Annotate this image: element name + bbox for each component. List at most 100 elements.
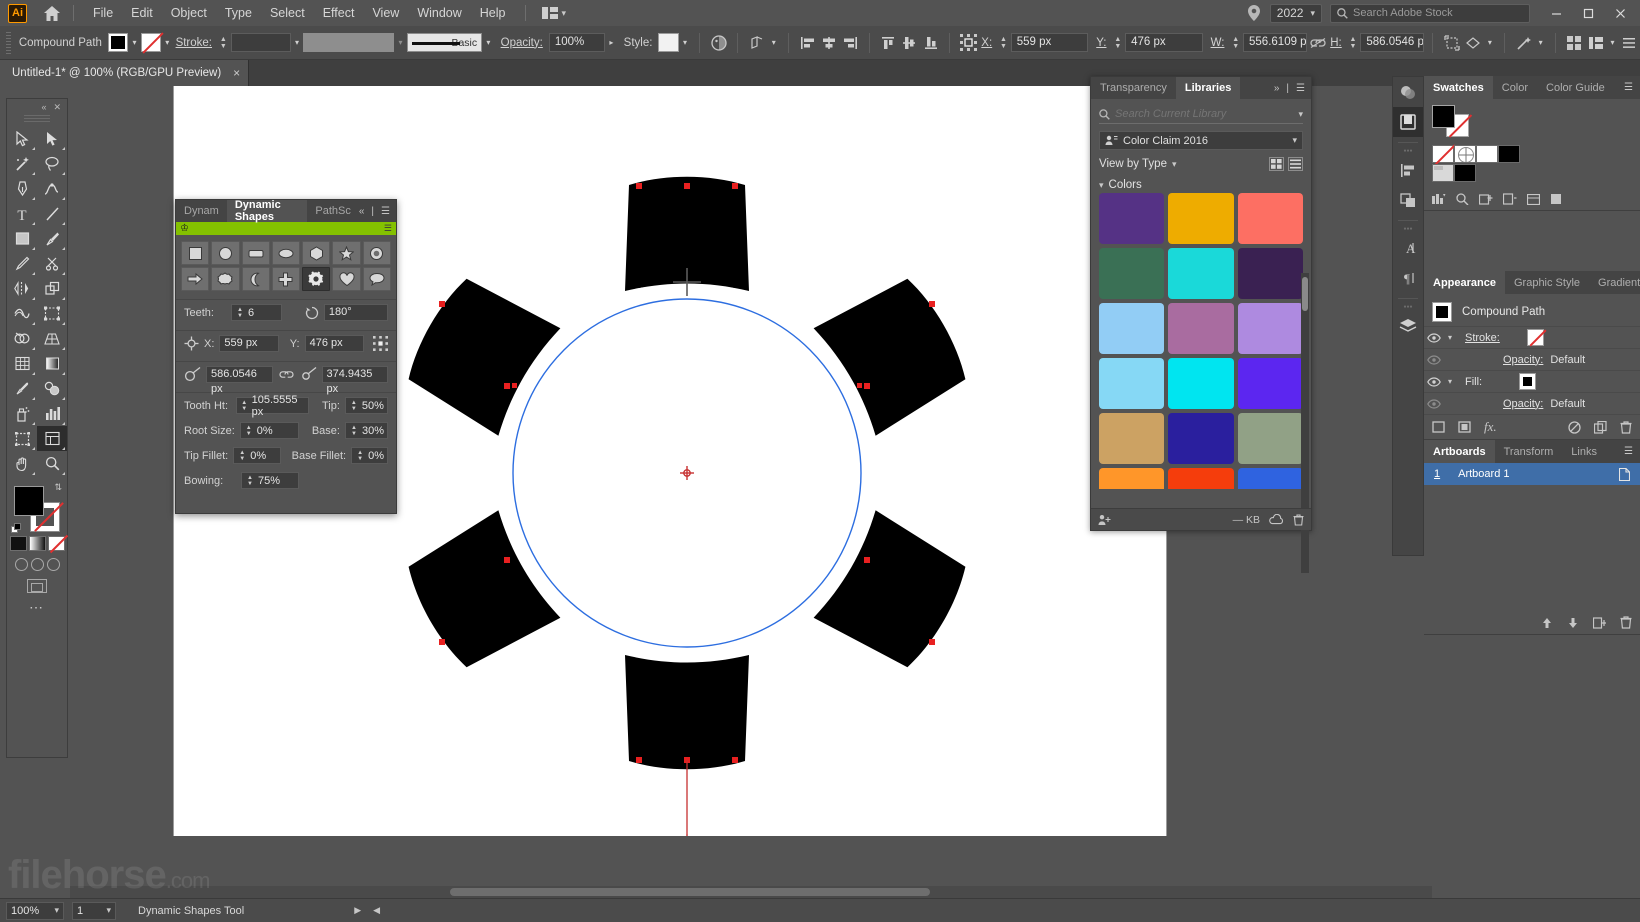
fill-dropdown-icon[interactable]: ▾ [128, 33, 141, 52]
reference-point-selector-icon[interactable] [958, 32, 979, 54]
symbol-sprayer-tool[interactable] [7, 401, 37, 426]
add-effect-icon[interactable]: fx. [1484, 419, 1497, 435]
fill-stroke-indicator[interactable]: ⇅ [11, 482, 62, 533]
magic-wand-tool[interactable] [7, 151, 37, 176]
pencil-tool[interactable] [7, 251, 37, 276]
width-field[interactable]: 556.6109 px [1243, 33, 1308, 52]
tooth-ht-input[interactable]: ▲ ▼ 105.5555 px [235, 394, 309, 418]
collapse-icon[interactable]: « [41, 102, 46, 112]
artboard-tool[interactable] [7, 426, 37, 451]
cloud-sync-icon[interactable] [1269, 514, 1284, 525]
align-center-horizontal-icon[interactable] [818, 32, 839, 54]
arrange-documents-button[interactable]: ▾ [536, 4, 573, 22]
brush-dropdown-icon[interactable]: ▾ [482, 33, 495, 52]
swatch-black[interactable] [1498, 145, 1520, 163]
page-number-field[interactable]: 1 ▾ [72, 901, 116, 920]
swatch-registration[interactable] [1454, 145, 1476, 163]
tab-transparency[interactable]: Transparency [1091, 77, 1176, 99]
eye-icon[interactable] [1426, 376, 1441, 387]
brush-definition-field[interactable]: Basic [406, 33, 483, 52]
document-setup-icon[interactable] [1564, 32, 1585, 54]
tab-links[interactable]: Links [1562, 440, 1606, 463]
x-position-field[interactable]: 559 px [1010, 33, 1089, 52]
y-stepper[interactable]: ▲ ▼ [1112, 33, 1123, 52]
stroke-dropdown-icon[interactable]: ▾ [161, 33, 174, 52]
new-color-group-icon[interactable] [1479, 193, 1493, 205]
hand-tool[interactable] [7, 451, 37, 476]
eye-icon-dim[interactable] [1426, 398, 1441, 409]
dock-character-icon[interactable]: A [1393, 233, 1423, 263]
tab-appearance[interactable]: Appearance [1424, 271, 1505, 294]
new-swatch-icon[interactable] [1503, 193, 1517, 205]
recolor-artwork-icon[interactable] [708, 32, 729, 54]
menu-edit[interactable]: Edit [122, 2, 162, 24]
scissors-tool[interactable] [37, 251, 67, 276]
shape-flower[interactable] [211, 267, 240, 291]
opacity-field[interactable]: 100% [548, 33, 606, 52]
arrange-panel-dropdown-icon[interactable]: ▾ [1606, 33, 1619, 52]
direct-selection-tool[interactable] [37, 126, 67, 151]
swatch-none[interactable] [1432, 145, 1454, 163]
library-swatch[interactable] [1168, 248, 1234, 299]
fill-swatch[interactable] [14, 486, 44, 516]
link-diameter-icon[interactable] [278, 369, 295, 380]
close-icon[interactable]: ✕ [53, 102, 61, 113]
library-swatch[interactable] [1099, 303, 1165, 354]
tab-color-guide[interactable]: Color Guide [1537, 76, 1614, 99]
isolate-dropdown-icon[interactable]: ▾ [1484, 33, 1497, 52]
stroke-profile-dropdown-icon[interactable]: ▾ [394, 33, 407, 52]
opacity-expand-icon[interactable]: ▸ [605, 33, 618, 52]
artboards-panel-menu-icon[interactable]: ☰ [1624, 440, 1640, 463]
outer-diameter-field[interactable]: 586.0546 px [206, 366, 273, 395]
dsp-x-field[interactable]: 559 px [219, 335, 279, 352]
swatch-group-folder[interactable] [1432, 164, 1454, 182]
library-swatch[interactable] [1099, 468, 1165, 489]
add-new-fill-icon[interactable] [1458, 421, 1471, 433]
tab-transform[interactable]: Transform [1495, 440, 1563, 463]
dock-libraries-icon[interactable] [1393, 107, 1423, 137]
stroke-weight-label[interactable]: Stroke: [176, 37, 212, 49]
type-tool[interactable]: T [7, 201, 37, 226]
eyedropper-tool[interactable] [7, 376, 37, 401]
color-mode-none-icon[interactable] [47, 536, 65, 551]
tab-swatches[interactable]: Swatches [1424, 76, 1493, 99]
gradient-tool[interactable] [37, 351, 67, 376]
menu-type[interactable]: Type [216, 2, 261, 24]
delete-icon[interactable] [1293, 513, 1304, 526]
dock-transparency-icon[interactable] [1393, 77, 1423, 107]
menu-object[interactable]: Object [162, 2, 216, 24]
shape-heart[interactable] [332, 267, 361, 291]
tools-overflow-icon[interactable]: ⋯ [7, 599, 67, 616]
tab-color[interactable]: Color [1493, 76, 1537, 99]
tab-dynamic-shapes[interactable]: Dynamic Shapes [226, 199, 308, 223]
menu-view[interactable]: View [363, 2, 408, 24]
eye-icon[interactable] [1426, 332, 1441, 343]
mesh-tool[interactable] [7, 351, 37, 376]
bowing-stepper[interactable]: ▲ ▼ [245, 475, 255, 487]
rotate-tool[interactable] [7, 276, 37, 301]
chevron-down-icon[interactable]: ▾ [1448, 333, 1458, 342]
appearance-stroke-opacity-row[interactable]: Opacity: Default [1424, 348, 1640, 370]
next-icon[interactable]: ▶ [354, 905, 361, 916]
width-stepper[interactable]: ▲ ▼ [1230, 33, 1241, 52]
line-segment-tool[interactable] [37, 201, 67, 226]
library-swatch[interactable] [1099, 248, 1165, 299]
bowing-input[interactable]: ▲ ▼ 75% [241, 472, 299, 489]
library-swatch[interactable] [1168, 413, 1234, 464]
add-collaborator-icon[interactable] [1098, 514, 1111, 526]
screen-mode-icon[interactable] [27, 579, 47, 593]
maximize-button[interactable] [1572, 0, 1604, 26]
prev-icon[interactable]: ◀ [373, 905, 380, 916]
artboard-page-icon[interactable] [1619, 467, 1630, 481]
appearance-fill-opacity-row[interactable]: Opacity: Default [1424, 392, 1640, 414]
stroke-profile-field[interactable] [303, 33, 395, 52]
home-icon[interactable] [41, 2, 63, 24]
tab-dynam[interactable]: Dynam [176, 200, 227, 222]
shape-speech-bubble[interactable] [362, 267, 391, 291]
pen-tool[interactable] [7, 176, 37, 201]
eye-icon-dim[interactable] [1426, 354, 1441, 365]
chevron-down-icon[interactable]: ▾ [1292, 135, 1297, 146]
appearance-stroke-opacity-label[interactable]: Opacity: [1503, 354, 1543, 366]
align-right-icon[interactable] [839, 32, 860, 54]
tab-gradient[interactable]: Gradient [1589, 271, 1640, 294]
